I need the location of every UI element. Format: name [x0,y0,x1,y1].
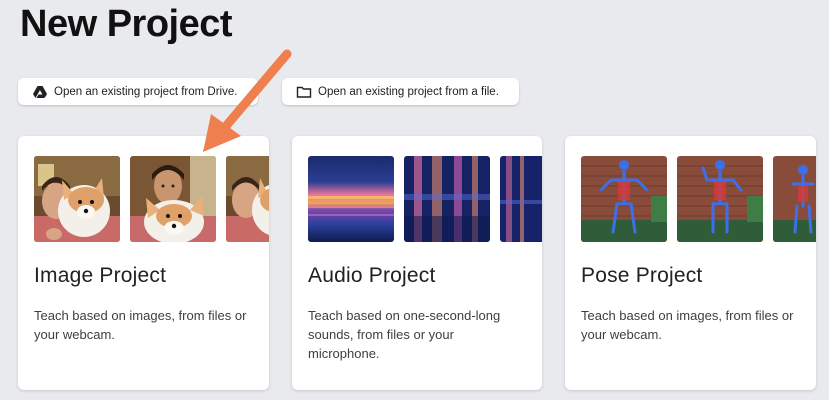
open-from-drive-button[interactable]: Open an existing project from Drive. [18,78,258,105]
spectrogram-thumbnail [500,156,542,242]
audio-project-thumbnails [308,156,542,242]
open-from-file-label: Open an existing project from a file. [318,85,499,98]
pose-project-card[interactable]: Pose Project Teach based on images, from… [565,136,816,390]
card-title: Pose Project [581,264,703,287]
card-description: Teach based on one-second-long sounds, f… [308,308,501,361]
folder-icon [296,84,312,100]
image-thumbnail [226,156,269,242]
card-description: Teach based on images, from files or you… [581,308,794,342]
image-thumbnail [34,156,120,242]
google-drive-icon [32,84,48,100]
image-project-thumbnails [34,156,269,242]
spectrogram-thumbnail [308,156,394,242]
page-title: New Project [20,3,233,45]
image-project-card[interactable]: Image Project Teach based on images, fro… [18,136,269,390]
card-title: Image Project [34,264,167,287]
spectrogram-thumbnail [404,156,490,242]
audio-project-card[interactable]: Audio Project Teach based on one-second-… [292,136,542,390]
image-thumbnail [130,156,216,242]
card-title: Audio Project [308,264,436,287]
open-from-drive-label: Open an existing project from Drive. [54,85,238,98]
pose-project-thumbnails [581,156,816,242]
open-from-file-button[interactable]: Open an existing project from a file. [282,78,519,105]
pose-thumbnail [773,156,816,242]
card-description: Teach based on images, from files or you… [34,308,247,342]
pose-thumbnail [581,156,667,242]
pose-thumbnail [677,156,763,242]
